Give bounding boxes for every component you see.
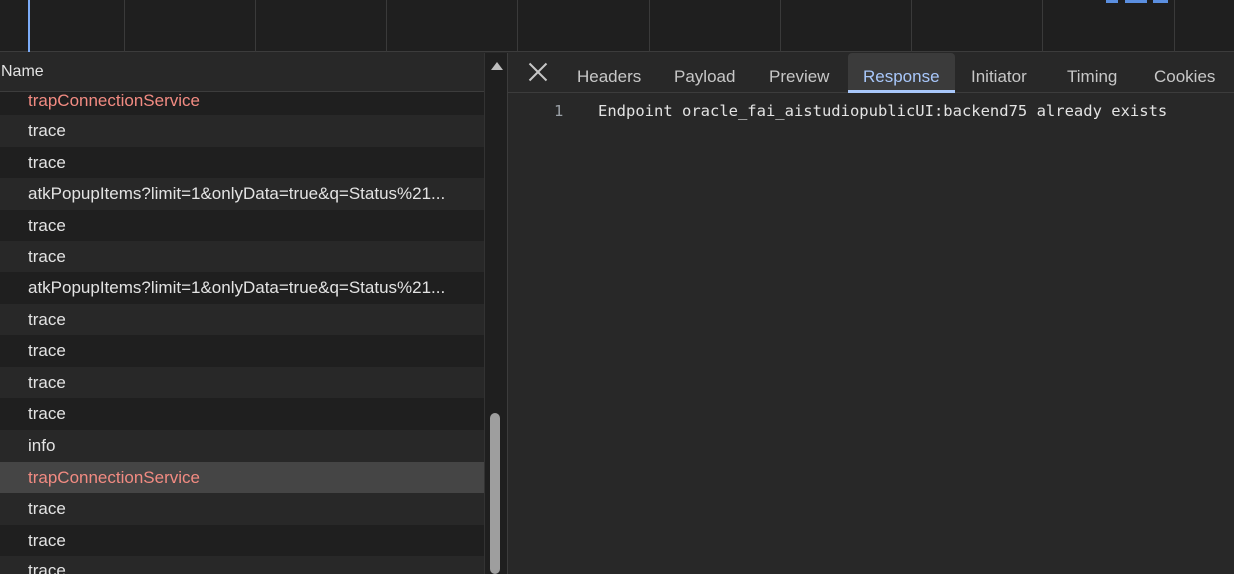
request-row[interactable]: trace (0, 115, 484, 147)
timeline-divider (124, 0, 125, 52)
tab-timing[interactable]: Timing (1067, 53, 1117, 93)
request-row[interactable]: trace (0, 304, 484, 335)
timeline-divider (386, 0, 387, 52)
timeline-divider (1174, 0, 1175, 52)
tab-preview[interactable]: Preview (769, 53, 829, 93)
timeline-request-bar (1125, 0, 1147, 3)
request-detail-panel: Headers Payload Preview Response Initiat… (508, 53, 1234, 574)
tab-cookies[interactable]: Cookies (1154, 53, 1215, 93)
scroll-up-arrow-icon[interactable] (491, 62, 503, 70)
name-column-header[interactable]: Name (0, 53, 484, 92)
timeline-divider (255, 0, 256, 52)
request-row[interactable]: trace (0, 147, 484, 178)
request-row[interactable]: atkPopupItems?limit=1&onlyData=true&q=St… (0, 272, 484, 304)
request-row[interactable]: atkPopupItems?limit=1&onlyData=true&q=St… (0, 178, 484, 210)
request-row[interactable]: trace (0, 493, 484, 525)
timeline-divider (649, 0, 650, 52)
request-row[interactable]: trace (0, 556, 484, 574)
request-row[interactable]: trapConnectionService (0, 462, 484, 493)
request-row[interactable]: trace (0, 367, 484, 398)
network-timeline[interactable] (0, 0, 1234, 52)
request-row[interactable]: trace (0, 210, 484, 241)
timeline-cursor (28, 0, 30, 52)
request-list-scrollbar[interactable] (484, 53, 507, 574)
request-row[interactable]: trapConnectionService (0, 92, 484, 115)
tab-payload[interactable]: Payload (674, 53, 735, 93)
request-row[interactable]: trace (0, 398, 484, 430)
timeline-divider (911, 0, 912, 52)
scroll-thumb[interactable] (490, 413, 500, 574)
timeline-request-bar (1153, 0, 1168, 3)
close-icon[interactable] (528, 62, 548, 82)
request-rows: trapConnectionService trace trace atkPopupI… (0, 92, 484, 574)
request-list-panel: Name trapConnectionService trace trace atkP… (0, 53, 507, 574)
request-row[interactable]: info (0, 430, 484, 462)
tab-response[interactable]: Response (848, 53, 955, 93)
line-number: 1 (554, 102, 564, 120)
tab-headers[interactable]: Headers (577, 53, 641, 93)
timeline-request-bar (1106, 0, 1118, 3)
request-row[interactable]: trace (0, 525, 484, 556)
tab-initiator[interactable]: Initiator (971, 53, 1027, 93)
timeline-divider (1042, 0, 1043, 52)
timeline-divider (517, 0, 518, 52)
request-row[interactable]: trace (0, 241, 484, 272)
timeline-divider (780, 0, 781, 52)
detail-tab-bar: Headers Payload Preview Response Initiat… (508, 53, 1234, 93)
response-text[interactable]: Endpoint oracle_fai_aistudiopublicUI:bac… (598, 102, 1167, 120)
request-row[interactable]: trace (0, 335, 484, 367)
